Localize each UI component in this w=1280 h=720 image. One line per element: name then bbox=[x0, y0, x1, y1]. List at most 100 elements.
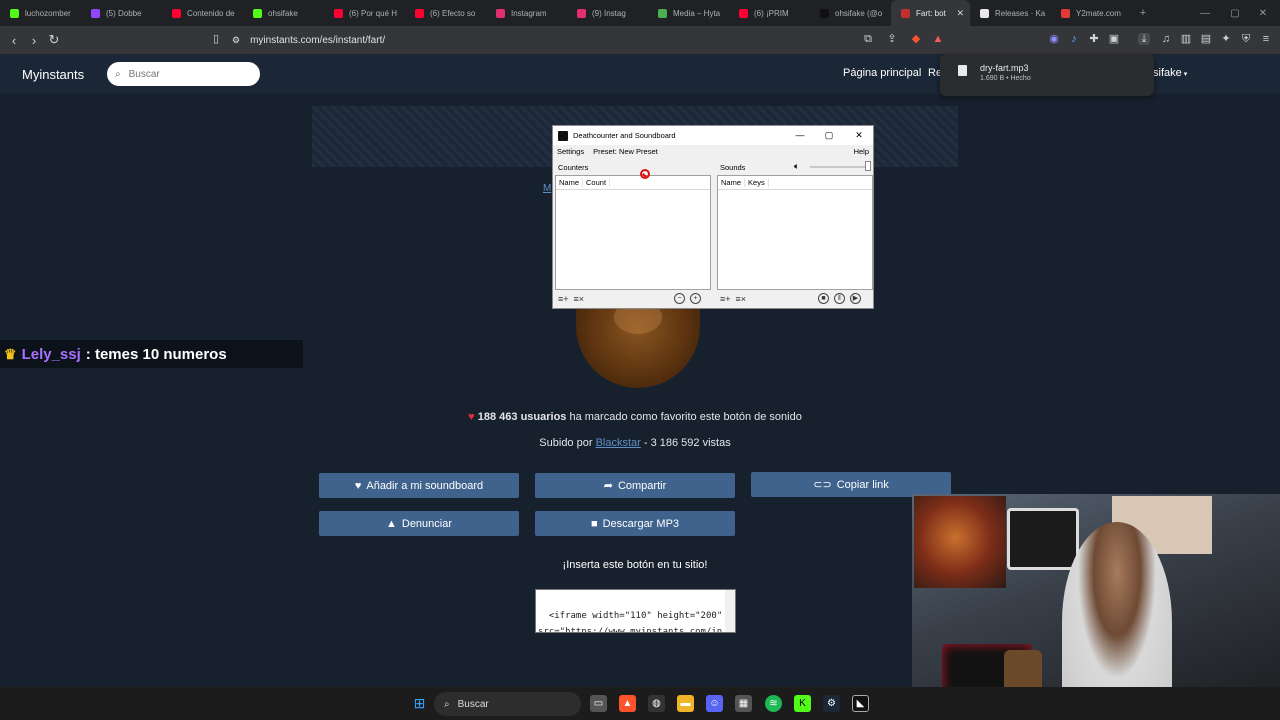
add-soundboard-button[interactable]: ♥ Añadir a mi soundboard bbox=[319, 473, 519, 498]
open-in-app-icon[interactable]: ⧉ bbox=[862, 33, 874, 45]
browser-tab[interactable]: (9) Instag bbox=[567, 0, 648, 26]
browser-tab[interactable]: (6) Por qué H bbox=[324, 0, 405, 26]
browser-tab[interactable]: Instagram bbox=[486, 0, 567, 26]
embed-scrollbar[interactable] bbox=[725, 590, 735, 632]
file-explorer-icon[interactable]: ▬ bbox=[677, 695, 694, 712]
sidebar-icon[interactable]: ▥ bbox=[1180, 33, 1192, 45]
close-window-icon[interactable]: ✕ bbox=[1244, 0, 1280, 26]
browser-tab[interactable]: (5) Dobbe bbox=[81, 0, 162, 26]
volume-icon: 🔈︎ bbox=[794, 161, 800, 171]
wallet-icon[interactable]: ▤ bbox=[1200, 33, 1212, 45]
uploader-link[interactable]: Blackstar bbox=[596, 437, 641, 449]
share-icon[interactable]: ⇪ bbox=[886, 33, 898, 45]
browser-tab[interactable]: ohsifake bbox=[243, 0, 324, 26]
bookmark-icon[interactable]: ▯ bbox=[210, 33, 222, 45]
discord-icon[interactable]: ☺ bbox=[706, 695, 723, 712]
add-sound-icon[interactable]: ≡+ bbox=[720, 294, 731, 304]
increment-icon[interactable]: + bbox=[690, 293, 701, 304]
site-search[interactable]: ⌕ bbox=[107, 62, 260, 86]
col-name[interactable]: Name bbox=[718, 178, 746, 187]
browser-tab[interactable]: (6) Efecto so bbox=[405, 0, 486, 26]
browser-tab[interactable]: Fart: bot ✕ bbox=[891, 0, 970, 26]
download-meta: 1.690 B • Hecho bbox=[980, 75, 1031, 82]
download-icon[interactable]: ⤓ bbox=[1138, 33, 1150, 45]
browser-tab[interactable]: Media – Hyta bbox=[648, 0, 729, 26]
menu-help[interactable]: Help bbox=[854, 147, 869, 156]
decrement-icon[interactable]: − bbox=[674, 293, 685, 304]
share-button[interactable]: ➦ Compartir bbox=[535, 473, 735, 498]
sounds-toolbar-right: ■ ‖ ▶ bbox=[818, 293, 861, 304]
play-icon[interactable]: ▶ bbox=[850, 293, 861, 304]
app-close-icon[interactable]: ✕ bbox=[853, 130, 865, 141]
extension-icon[interactable]: ♪ bbox=[1068, 33, 1080, 45]
forward-icon[interactable]: › bbox=[24, 33, 44, 48]
menu-preset[interactable]: Preset: New Preset bbox=[593, 147, 658, 156]
task-view-icon[interactable]: ▭ bbox=[590, 695, 607, 712]
browser-tab[interactable]: ohsifake (@o bbox=[810, 0, 891, 26]
brave-rewards-icon[interactable]: ▲ bbox=[932, 33, 944, 45]
windows-taskbar: ⊞ ⌕ Buscar ▭ ▲ ◍ ▬ ☺ ▦ ≋ K ⚙ ◣ bbox=[0, 687, 1280, 720]
browser-tab[interactable]: Contenido de bbox=[162, 0, 243, 26]
col-keys[interactable]: Keys bbox=[745, 178, 769, 187]
menu-icon[interactable]: ≡ bbox=[1260, 33, 1272, 45]
tab-label: Instagram bbox=[511, 8, 547, 18]
brave-shields-icon[interactable]: ◆ bbox=[910, 33, 922, 45]
deathcounter-taskbar-icon[interactable]: ◣ bbox=[852, 695, 869, 712]
kick-icon[interactable]: K bbox=[794, 695, 811, 712]
leo-icon[interactable]: ✦ bbox=[1220, 33, 1232, 45]
col-name[interactable]: Name bbox=[556, 178, 584, 187]
site-info-icon[interactable]: ⚙ bbox=[232, 35, 240, 46]
windows-start-icon[interactable]: ⊞ bbox=[411, 695, 428, 712]
tab-close-icon[interactable]: ✕ bbox=[956, 8, 964, 19]
counters-list[interactable]: Name Count bbox=[555, 175, 711, 290]
stop-icon[interactable]: ■ bbox=[818, 293, 829, 304]
sound-play-button[interactable] bbox=[576, 296, 700, 388]
nav-home-link[interactable]: Página principal bbox=[843, 67, 921, 79]
url-field[interactable]: ⚙ myinstants.com/es/instant/fart/ bbox=[232, 31, 385, 49]
steam-icon[interactable]: ⚙ bbox=[823, 695, 840, 712]
back-icon[interactable]: ‹ bbox=[4, 33, 24, 48]
app-logo-icon bbox=[558, 130, 568, 141]
browser-tab[interactable]: Y2mate.com bbox=[1051, 0, 1132, 26]
user-menu[interactable]: sifake ▾ bbox=[1153, 67, 1187, 79]
vpn-icon[interactable]: ⛨ bbox=[1240, 33, 1252, 45]
app-maximize-icon[interactable]: ▢ bbox=[823, 130, 835, 141]
taskbar-search[interactable]: ⌕ Buscar bbox=[434, 692, 581, 716]
media-icon[interactable]: ♫ bbox=[1160, 33, 1172, 45]
embed-code: <iframe width="110" height="200" src="ht… bbox=[538, 611, 723, 633]
browser-tab[interactable]: Releases · Ka bbox=[970, 0, 1051, 26]
screenshot-icon[interactable]: ▣ bbox=[1108, 33, 1120, 45]
app-icon[interactable]: ▦ bbox=[735, 695, 752, 712]
site-logo[interactable]: Myinstants bbox=[22, 67, 84, 82]
spotify-icon[interactable]: ≋ bbox=[765, 695, 782, 712]
add-counter-icon[interactable]: ≡+ bbox=[558, 294, 569, 304]
app-minimize-icon[interactable]: — bbox=[794, 130, 806, 140]
download-mp3-button[interactable]: ■ Descargar MP3 bbox=[535, 511, 735, 536]
volume-slider-thumb[interactable] bbox=[865, 161, 871, 171]
pause-icon[interactable]: ‖ bbox=[834, 293, 845, 304]
tab-label: Y2mate.com bbox=[1076, 8, 1121, 18]
download-popup[interactable]: dry-fart.mp3 1.690 B • Hecho bbox=[940, 54, 1154, 96]
extension-icon[interactable]: ◉ bbox=[1048, 33, 1060, 45]
remove-counter-icon[interactable]: ≡× bbox=[574, 294, 585, 304]
sounds-list[interactable]: Name Keys bbox=[717, 175, 873, 290]
volume-slider[interactable] bbox=[810, 166, 868, 168]
browser-tab[interactable]: (6) ¡PRIM bbox=[729, 0, 810, 26]
search-input[interactable] bbox=[126, 67, 242, 81]
reload-icon[interactable]: ↻ bbox=[44, 32, 64, 48]
extensions-puzzle-icon[interactable]: ✚ bbox=[1088, 33, 1100, 45]
download-filename[interactable]: dry-fart.mp3 bbox=[980, 63, 1029, 73]
share-arrow-icon: ➦ bbox=[603, 480, 613, 492]
remove-sound-icon[interactable]: ≡× bbox=[736, 294, 747, 304]
tab-label: (5) Dobbe bbox=[106, 8, 142, 18]
partial-link[interactable]: M bbox=[543, 183, 551, 194]
brave-icon[interactable]: ▲ bbox=[619, 695, 636, 712]
embed-code-textarea[interactable]: <iframe width="110" height="200" src="ht… bbox=[535, 589, 736, 633]
new-tab-button[interactable]: + bbox=[1132, 7, 1154, 19]
col-count[interactable]: Count bbox=[583, 178, 611, 187]
app-titlebar[interactable]: Deathcounter and Soundboard — ▢ ✕ bbox=[553, 126, 873, 145]
browser-tab[interactable]: luchozomber bbox=[0, 0, 81, 26]
report-button[interactable]: ▲ Denunciar bbox=[319, 511, 519, 536]
obs-icon[interactable]: ◍ bbox=[648, 695, 665, 712]
menu-settings[interactable]: Settings bbox=[557, 147, 584, 156]
